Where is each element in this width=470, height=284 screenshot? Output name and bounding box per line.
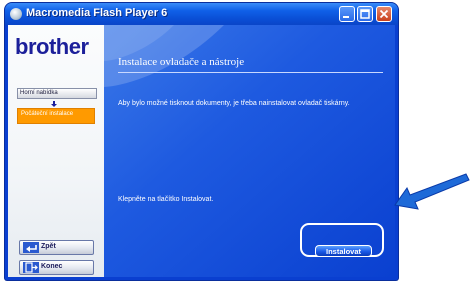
nav-item-home[interactable]: Horní nabídka [17, 88, 97, 99]
title-bar[interactable]: Macromedia Flash Player 6 [5, 3, 398, 25]
back-arrow-icon [23, 242, 39, 253]
install-button[interactable]: Instalovat [315, 245, 372, 257]
arrow-down-icon [51, 101, 57, 107]
window-title: Macromedia Flash Player 6 [26, 7, 168, 19]
sidebar: brother Horní nabídka Počáteční instalac… [8, 25, 104, 277]
flash-player-icon [10, 8, 22, 20]
exit-button[interactable]: Konec [19, 260, 94, 275]
close-button[interactable] [376, 6, 392, 22]
maximize-icon [360, 9, 370, 19]
back-button-label: Zpět [41, 243, 56, 250]
minimize-icon [343, 16, 349, 18]
brother-logo: brother [15, 34, 89, 59]
page-title: Instalace ovladače a nástroje [118, 56, 245, 68]
pointer-arrow-icon [394, 173, 470, 210]
application-window: Macromedia Flash Player 6 brother Horní … [5, 3, 398, 280]
install-button-label: Instalovat [325, 247, 361, 256]
exit-button-label: Konec [41, 263, 63, 270]
nav-item-initial-setup[interactable]: Počáteční instalace [17, 108, 95, 124]
close-icon [379, 9, 389, 19]
back-button[interactable]: Zpět [19, 240, 94, 255]
client-area: brother Horní nabídka Počáteční instalac… [8, 25, 395, 277]
minimize-button[interactable] [339, 6, 355, 22]
description-text: Aby bylo možné tisknout dokumenty, je tř… [118, 100, 350, 107]
title-divider [118, 72, 383, 73]
main-panel: Instalace ovladače a nástroje Aby bylo m… [104, 25, 395, 277]
instruction-text: Klepněte na tlačítko Instalovat. [118, 196, 214, 203]
maximize-button[interactable] [357, 6, 373, 22]
exit-door-icon [23, 262, 39, 273]
